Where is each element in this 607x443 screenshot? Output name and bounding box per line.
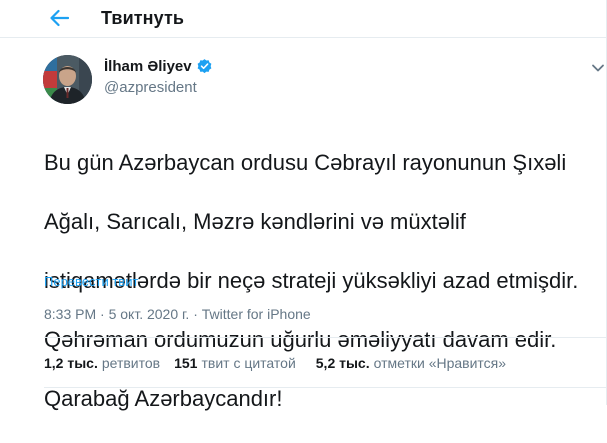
header: Твитнуть	[0, 0, 606, 38]
tweet-meta: 8:33 PM · 5 окт. 2020 г. · Twitter for i…	[44, 306, 311, 322]
page-title: Твитнуть	[101, 8, 185, 28]
tweet-source[interactable]: Twitter for iPhone	[202, 306, 311, 322]
quotes-stat[interactable]: 151 твит с цитатой	[174, 355, 296, 371]
meta-separator: ·	[100, 306, 105, 322]
tweet-text-line: Qəhrəman ordumuzun uğurlu əməliyyatı dav…	[44, 326, 557, 352]
likes-label: отметки «Нравится»	[373, 355, 507, 371]
avatar-photo	[43, 55, 92, 104]
tweet-stats: 1,2 тыс. ретвитов 151 твит с цитатой 5,2…	[44, 355, 506, 371]
tweet-detail-panel: Твитнуть İlham Əliyev @azpresident Bu gü…	[0, 0, 607, 411]
tweet-date[interactable]: 5 окт. 2020 г.	[109, 306, 190, 322]
quotes-label: твит с цитатой	[201, 355, 296, 371]
arrow-left-icon	[50, 9, 69, 27]
verified-badge-icon	[197, 59, 211, 74]
likes-count: 5,2 тыс.	[315, 355, 370, 371]
divider	[44, 337, 606, 338]
retweets-count: 1,2 тыс.	[44, 355, 98, 371]
tweet-text-line: Ağalı, Sarıcalı, Məzrə kəndlərini və müx…	[44, 208, 466, 234]
avatar[interactable]	[43, 55, 92, 104]
chevron-down-icon	[592, 64, 604, 72]
retweets-stat[interactable]: 1,2 тыс. ретвитов	[44, 355, 160, 371]
translate-tweet-link[interactable]: Перевести твит	[44, 274, 138, 289]
retweets-label: ретвитов	[101, 355, 161, 371]
back-button[interactable]	[44, 4, 74, 32]
author-name[interactable]: İlham Əliyev	[104, 58, 192, 75]
likes-stat[interactable]: 5,2 тыс. отметки «Нравится»	[316, 355, 506, 371]
divider	[44, 387, 606, 388]
tweet-time[interactable]: 8:33 PM	[44, 306, 96, 322]
author-handle[interactable]: @azpresident	[104, 79, 197, 96]
author-name-row[interactable]: İlham Əliyev	[104, 58, 213, 75]
more-options-button[interactable]	[589, 59, 607, 77]
meta-separator: ·	[193, 306, 198, 322]
tweet-text-line: Bu gün Azərbaycan ordusu Cəbrayıl rayonu…	[44, 149, 567, 175]
quotes-count: 151	[174, 355, 198, 371]
